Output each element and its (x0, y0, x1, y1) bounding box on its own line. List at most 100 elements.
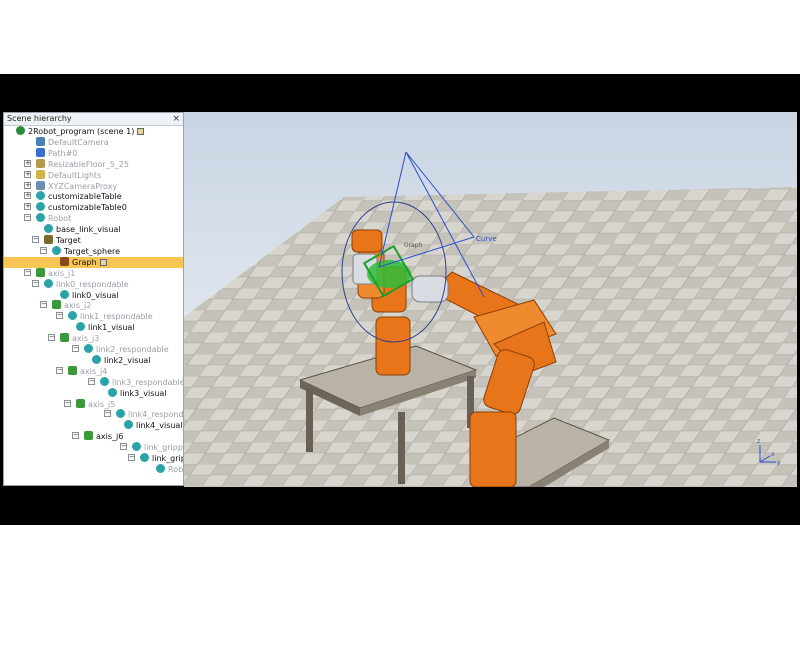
tree-item-label: axis_j6 (96, 432, 124, 442)
shape-icon (140, 453, 149, 462)
tree-item[interactable]: + DefaultLights (4, 169, 102, 181)
tree-item-label: link4_respondable (128, 410, 183, 420)
tree-item[interactable]: + ResizableFloor_5_25 (4, 158, 129, 170)
tree-item[interactable]: + customizableTable (4, 191, 122, 202)
expander-icon[interactable]: − (32, 279, 39, 287)
camera-proxy-icon (36, 180, 45, 190)
tree-item-label: axis_j3 (72, 334, 100, 344)
close-icon[interactable]: × (172, 113, 180, 125)
tree-item[interactable]: Robot (4, 463, 183, 475)
floor-icon (36, 158, 45, 168)
tree-item[interactable]: − axis_j1 (4, 267, 75, 279)
shape-icon (36, 202, 45, 212)
panel-header: Scene hierarchy × (4, 113, 183, 126)
letterbox-top (0, 74, 800, 112)
tree-item-label: Target_sphere (64, 246, 121, 256)
expander-icon[interactable]: + (24, 192, 31, 200)
expander-icon[interactable]: − (24, 214, 31, 222)
tree-item-label: link0_respondable (56, 279, 129, 289)
simulator-window: Scene hierarchy × 2Robot_program (scene … (0, 112, 800, 487)
tree-item[interactable]: − axis_j5 (4, 398, 115, 410)
z-axis-label: z (757, 438, 760, 445)
expander-icon[interactable]: − (40, 246, 47, 254)
3d-viewport[interactable]: Curve Graph z y x (184, 112, 797, 487)
tree-item-label: customizableTable (48, 192, 122, 202)
expander-icon[interactable]: − (88, 377, 95, 385)
tree-item[interactable]: − axis_j2 (4, 300, 91, 311)
light-icon (36, 169, 45, 179)
tree-item-label: Target (56, 236, 81, 245)
dummy-icon (44, 235, 53, 244)
tree-item-label: link4_visual (136, 421, 183, 431)
tree-item[interactable]: − link0_respondable (4, 278, 129, 290)
tree-item[interactable]: base_link_visual (4, 224, 121, 235)
shape-icon (100, 376, 109, 386)
scene-render[interactable]: Curve Graph z y x (184, 112, 797, 487)
joint-icon (76, 398, 85, 408)
expander-icon[interactable]: − (128, 454, 135, 461)
tree-item[interactable]: link4_visual (4, 420, 183, 431)
tree-item[interactable]: link3_visual (4, 387, 167, 399)
letterbox-bottom (0, 487, 800, 525)
expander-icon[interactable]: − (120, 443, 127, 451)
tree-item-label: link2_respondable (96, 345, 169, 354)
joint-icon (60, 333, 69, 343)
tree-item-label: link1_respondable (80, 312, 153, 322)
tree-item[interactable]: link0_visual (4, 289, 119, 301)
tree-item[interactable]: − link1_respondable (4, 311, 153, 322)
tree-item-label: 2Robot_program (scene 1) (28, 127, 135, 136)
tree-item[interactable]: DefaultCamera (4, 136, 109, 148)
joint-icon (84, 431, 93, 441)
scene-hierarchy-panel: Scene hierarchy × 2Robot_program (scene … (3, 112, 184, 486)
expander-icon[interactable]: − (72, 432, 79, 440)
joint-icon (36, 267, 45, 277)
tree-item-label: DefaultLights (48, 170, 102, 180)
tree-item[interactable]: − Target (4, 235, 81, 246)
tree-item-label: link3_visual (120, 388, 167, 398)
expander-icon[interactable]: − (56, 312, 63, 320)
tree-item[interactable]: link1_visual (4, 322, 135, 333)
tree-item[interactable]: − Robot (4, 213, 71, 224)
scene-tree[interactable]: 2Robot_program (scene 1) DefaultCamera Pat… (4, 126, 183, 485)
tree-item[interactable]: − link4_respondable (4, 409, 183, 420)
tree-item-label: link_gripp (144, 443, 183, 453)
expander-icon[interactable]: + (24, 203, 31, 211)
tree-item[interactable]: 2Robot_program (scene 1) (4, 126, 145, 137)
path-icon (36, 147, 45, 157)
expander-icon[interactable]: − (104, 410, 111, 418)
tree-item-label: axis_j4 (80, 366, 108, 376)
tree-item[interactable]: − link_grip (4, 453, 183, 464)
tree-item[interactable]: − link2_respondable (4, 344, 169, 355)
tree-item[interactable]: + XYZCameraProxy (4, 180, 118, 192)
expander-icon[interactable]: − (48, 334, 55, 342)
tree-item[interactable]: − axis_j4 (4, 365, 108, 377)
tree-item[interactable]: − axis_j6 (4, 431, 123, 442)
expander-icon[interactable]: − (64, 399, 71, 407)
expander-icon[interactable]: − (72, 345, 79, 352)
tree-item-label: DefaultCamera (48, 137, 109, 147)
tree-item[interactable]: Path#0 (4, 147, 77, 159)
tree-item-label: link0_visual (72, 290, 119, 300)
tree-item-label: XYZCameraProxy (48, 181, 118, 191)
tree-item[interactable]: − Target_sphere (4, 245, 121, 257)
script-icon[interactable] (99, 258, 107, 266)
tree-item[interactable]: − link_gripp (4, 442, 183, 453)
tree-item-label: Robot (48, 214, 72, 224)
expander-icon[interactable]: − (40, 301, 47, 309)
graph-icon (60, 256, 69, 266)
tree-item[interactable]: + customizableTable0 (4, 202, 127, 213)
tree-item[interactable]: Graph (4, 256, 183, 268)
tree-item[interactable]: link2_visual (4, 354, 151, 366)
shape-icon (60, 289, 69, 299)
tree-item[interactable]: − link3_respondable (4, 376, 183, 388)
expander-icon[interactable]: − (56, 366, 63, 374)
tree-item-label: Robot (168, 464, 183, 474)
shape-icon (116, 409, 125, 419)
expander-icon[interactable]: − (32, 236, 39, 243)
tree-item[interactable]: − axis_j3 (4, 333, 99, 344)
expander-icon[interactable]: − (24, 268, 31, 276)
expander-icon[interactable]: + (24, 170, 31, 178)
expander-icon[interactable]: + (24, 181, 31, 189)
expander-icon[interactable]: + (24, 159, 31, 167)
script-icon[interactable] (137, 128, 145, 135)
